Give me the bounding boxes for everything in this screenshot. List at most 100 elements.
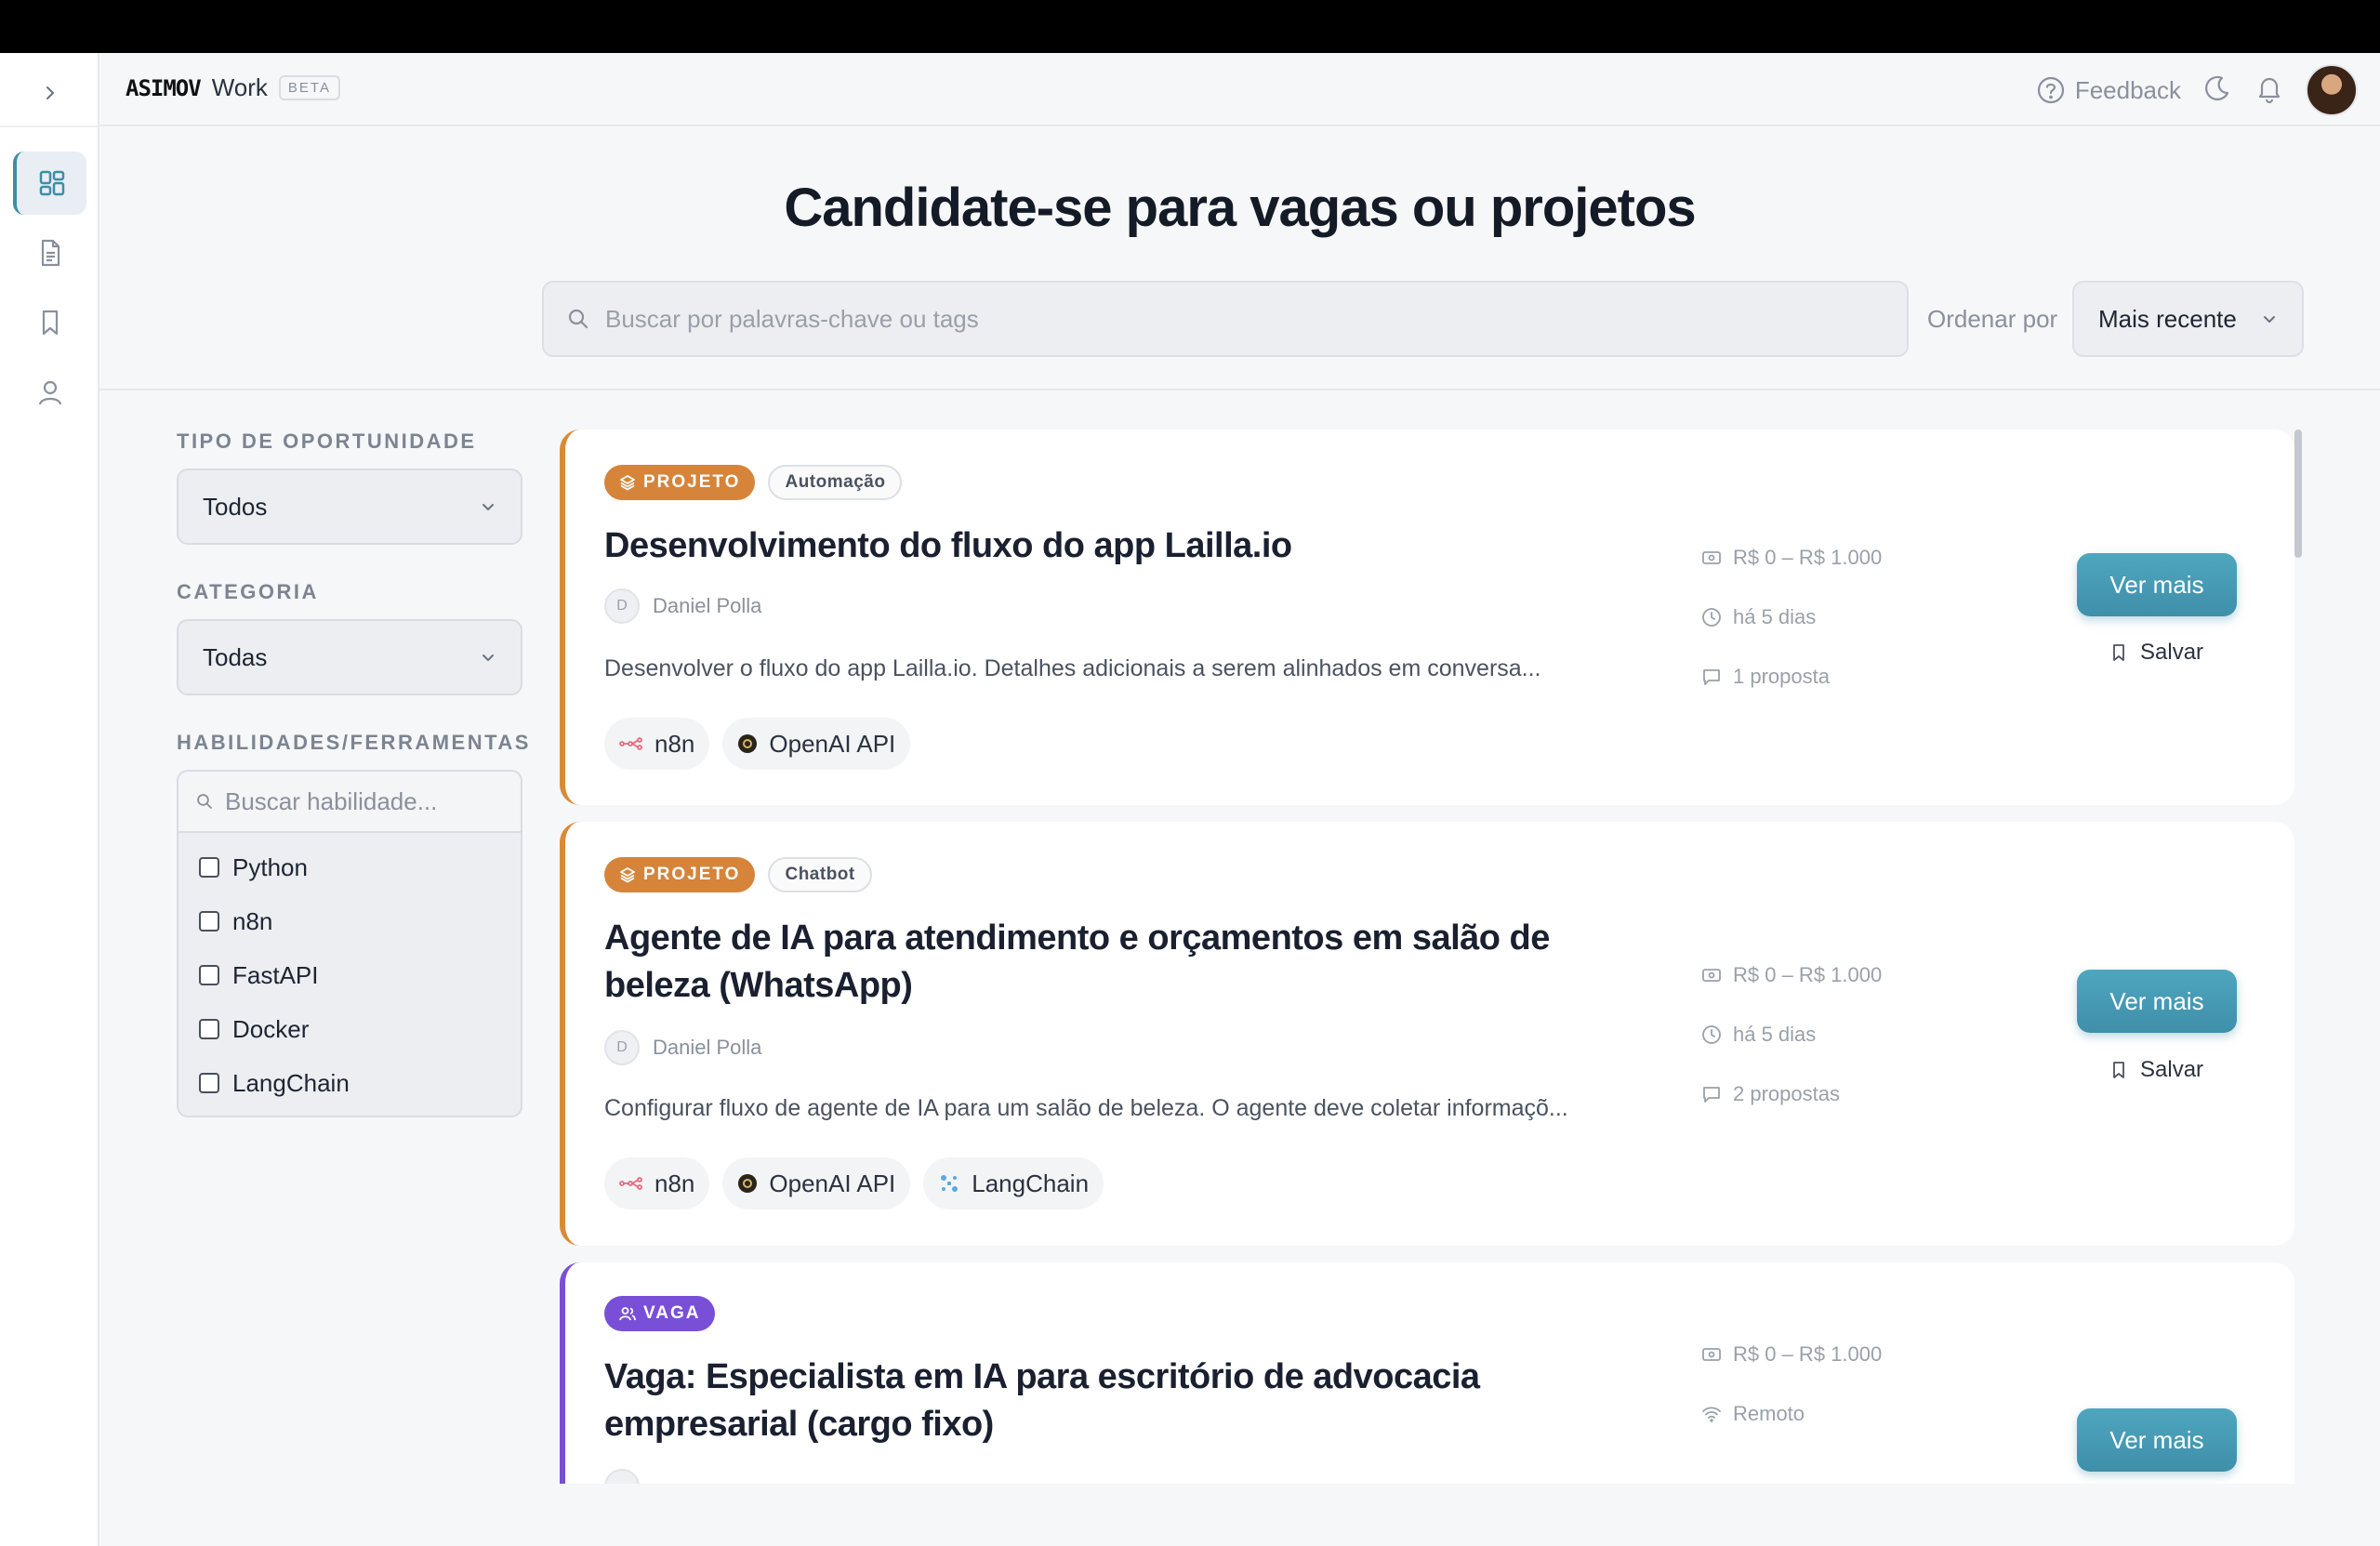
notifications-button[interactable] xyxy=(2254,73,2285,109)
type-badge: PROJETO xyxy=(604,465,756,500)
category-filter-select[interactable]: Todas xyxy=(177,619,522,695)
skill-label: Python xyxy=(232,852,308,881)
message-icon xyxy=(1703,669,1720,685)
sort-value: Mais recente xyxy=(2098,304,2237,333)
feedback-button[interactable]: Feedback xyxy=(2036,75,2181,105)
budget-value: R$ 0 – R$ 1.000 xyxy=(1733,1342,1883,1366)
category-filter-label: CATEGORIA xyxy=(177,580,319,603)
category-tag: Chatbot xyxy=(768,857,872,892)
brand-product: Work xyxy=(211,73,268,101)
theme-toggle-button[interactable] xyxy=(2202,73,2233,109)
author-avatar: D xyxy=(604,1030,640,1065)
app-header: ASIMOV Work BETA Feedback xyxy=(99,53,2380,126)
skills-list: Python n8n FastAPI Docker LangChain xyxy=(178,833,521,1116)
skill-option-docker[interactable]: Docker xyxy=(178,1002,521,1056)
card-title[interactable]: Desenvolvimento do fluxo do app Lailla.i… xyxy=(604,522,1627,570)
sidebar-item-profile[interactable] xyxy=(13,361,86,424)
skill-chip: OpenAI API xyxy=(722,718,911,770)
proposals-value: 1 proposta xyxy=(1733,665,1830,688)
n8n-icon xyxy=(619,1177,642,1190)
opportunity-card[interactable]: PROJETO Automação Desenvolvimento do flu… xyxy=(560,429,2294,805)
card-description: Desenvolver o fluxo do app Lailla.io. De… xyxy=(604,655,1541,681)
view-more-button[interactable]: Ver mais xyxy=(2077,1408,2237,1472)
card-meta: R$ 0 – R$ 1.000 há 5 dias 1 proposta xyxy=(1701,546,1882,689)
grid-icon xyxy=(39,170,64,196)
header-actions: Feedback xyxy=(2036,64,2358,116)
brand[interactable]: ASIMOV Work BETA xyxy=(126,73,340,102)
card-title[interactable]: Vaga: Especialista em IA para escritório… xyxy=(604,1354,1627,1448)
skill-label: Docker xyxy=(232,1014,310,1043)
sort-label: Ordenar por xyxy=(1927,305,2058,333)
skill-chip: n8n xyxy=(604,1157,710,1209)
author-avatar xyxy=(604,1469,640,1484)
opportunity-card[interactable]: VAGA Vaga: Especialista em IA para escri… xyxy=(560,1262,2294,1484)
scrollbar-thumb[interactable] xyxy=(2294,429,2302,558)
skill-chip-label: n8n xyxy=(654,729,695,758)
n8n-icon xyxy=(619,737,642,750)
budget-row: R$ 0 – R$ 1.000 xyxy=(1701,546,1882,570)
skill-option-fastapi[interactable]: FastAPI xyxy=(178,948,521,1002)
type-filter-select[interactable]: Todos xyxy=(177,469,522,545)
author-name: Daniel Polla xyxy=(653,594,762,617)
money-icon xyxy=(1702,1348,1721,1361)
budget-value: R$ 0 – R$ 1.000 xyxy=(1733,963,1883,986)
card-title[interactable]: Agente de IA para atendimento e orçament… xyxy=(604,915,1627,1010)
proposals-value: 2 propostas xyxy=(1733,1082,1840,1105)
checkbox[interactable] xyxy=(199,911,219,932)
document-icon xyxy=(41,239,60,267)
skills-search[interactable] xyxy=(178,772,521,833)
view-more-button[interactable]: Ver mais xyxy=(2077,970,2237,1033)
budget-value: R$ 0 – R$ 1.000 xyxy=(1733,546,1883,569)
checkbox[interactable] xyxy=(199,1073,219,1093)
skill-option-python[interactable]: Python xyxy=(178,840,521,894)
search-icon xyxy=(197,794,212,809)
layers-icon xyxy=(620,475,635,491)
search-input[interactable] xyxy=(605,304,1888,334)
message-icon xyxy=(1703,1087,1720,1103)
sidebar-item-saved[interactable] xyxy=(13,291,86,354)
opportunity-card[interactable]: PROJETO Chatbot Agente de IA para atendi… xyxy=(560,822,2294,1246)
bookmark-icon xyxy=(2113,1062,2124,1078)
sidebar-item-documents[interactable] xyxy=(13,221,86,284)
category-filter-value: Todas xyxy=(203,642,268,671)
user-avatar[interactable] xyxy=(2306,64,2358,116)
budget-row: R$ 0 – R$ 1.000 xyxy=(1701,1342,1882,1367)
checkbox[interactable] xyxy=(199,857,219,878)
type-badge: VAGA xyxy=(604,1296,716,1331)
skills-filter-label: HABILIDADES/FERRAMENTAS xyxy=(177,731,531,754)
author-avatar: D xyxy=(604,588,640,624)
card-badges: PROJETO Automação xyxy=(604,465,903,500)
sidebar-item-dashboard[interactable] xyxy=(13,152,86,215)
clock-icon xyxy=(1702,1025,1721,1044)
money-icon xyxy=(1702,551,1721,564)
sidebar-rail xyxy=(0,53,99,1546)
checkbox[interactable] xyxy=(199,1019,219,1039)
langchain-icon xyxy=(941,1175,959,1192)
filters-panel: TIPO DE OPORTUNIDADE Todos CATEGORIA Tod… xyxy=(177,429,531,1117)
type-filter-value: Todos xyxy=(203,492,268,521)
type-filter-label: TIPO DE OPORTUNIDADE xyxy=(177,429,477,453)
checkbox[interactable] xyxy=(199,965,219,985)
save-label: Salvar xyxy=(2140,1057,2204,1082)
chevron-down-icon xyxy=(483,654,494,661)
skill-option-langchain[interactable]: LangChain xyxy=(178,1056,521,1110)
view-more-button[interactable]: Ver mais xyxy=(2077,553,2237,616)
bookmark-icon xyxy=(2113,644,2124,661)
sort-select[interactable]: Mais recente xyxy=(2072,281,2304,357)
save-button[interactable]: Salvar xyxy=(2109,1057,2203,1083)
budget-row: R$ 0 – R$ 1.000 xyxy=(1701,963,1882,987)
card-meta: R$ 0 – R$ 1.000 há 5 dias 2 propostas xyxy=(1701,963,1882,1106)
save-button[interactable]: Salvar xyxy=(2109,640,2203,666)
skill-label: LangChain xyxy=(232,1068,350,1097)
expand-sidebar-button[interactable] xyxy=(33,76,67,110)
skills-search-input[interactable] xyxy=(225,786,504,816)
card-skills: n8n OpenAI API xyxy=(604,718,911,770)
skill-chip: LangChain xyxy=(923,1157,1104,1209)
type-badge-label: PROJETO xyxy=(643,865,741,884)
skill-label: FastAPI xyxy=(232,960,319,989)
search-bar[interactable] xyxy=(542,281,1909,357)
save-label: Salvar xyxy=(2140,640,2204,665)
skill-option-n8n[interactable]: n8n xyxy=(178,894,521,948)
help-circle-icon xyxy=(2037,76,2064,104)
rail-divider xyxy=(0,126,99,127)
